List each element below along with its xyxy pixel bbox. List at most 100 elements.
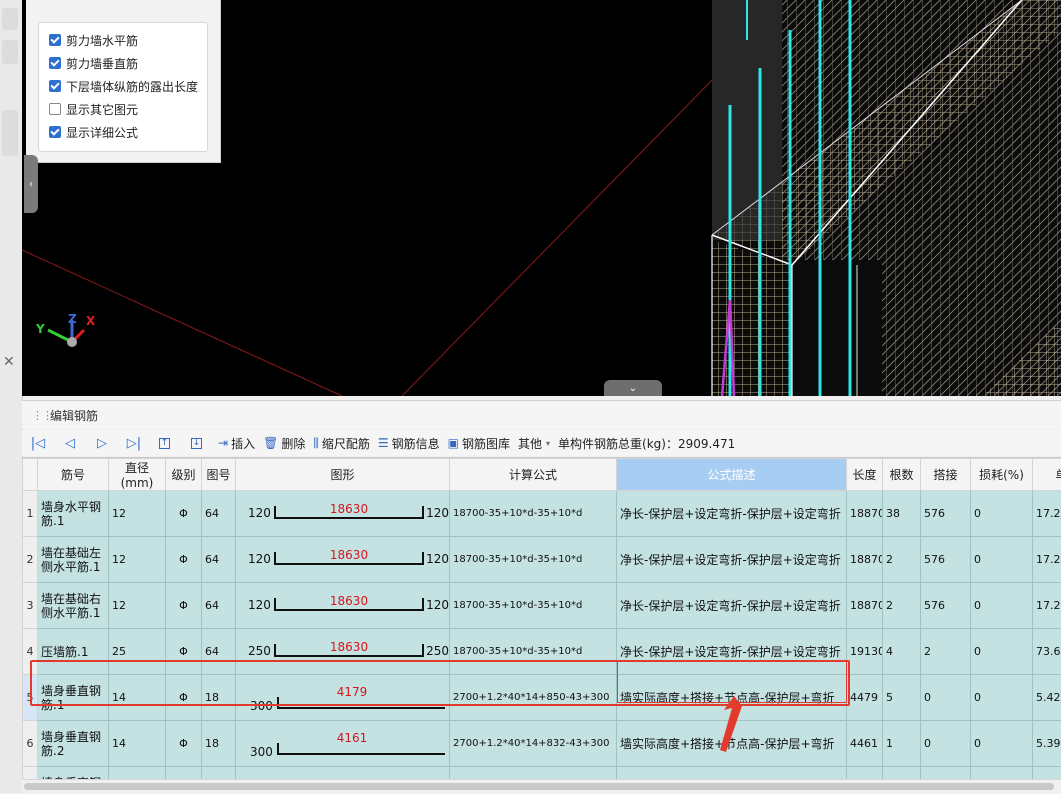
other-dropdown[interactable]: 其他▾ (514, 432, 554, 454)
table-row[interactable]: 6 墙身垂直钢筋.2 14 Φ 18 300 4161 2700+1.2*40*… (23, 721, 1061, 767)
table-row[interactable]: 2 墙在基础左侧水平筋.1 12 Φ 64 120 18630 120 1870… (23, 537, 1061, 583)
table-row[interactable]: 3 墙在基础右侧水平筋.1 12 Φ 64 120 18630 120 1870… (23, 583, 1061, 629)
header-col[interactable]: 筋号 (38, 459, 109, 491)
cell-formula-desc[interactable]: 净长-保护层+设定弯折-保护层+设定弯折 (617, 491, 847, 537)
cell-length[interactable]: 4479 (847, 675, 883, 721)
cell-rebar-name[interactable]: 墙身垂直钢筋.3 (38, 767, 109, 781)
header-col[interactable]: 损耗(%) (971, 459, 1033, 491)
cell-loss[interactable]: 0 (971, 491, 1033, 537)
cell-rebar-name[interactable]: 墙身垂直钢筋.1 (38, 675, 109, 721)
cell-loss[interactable]: 0 (971, 767, 1033, 781)
cell-diameter[interactable]: 12 (109, 491, 166, 537)
horizontal-scrollbar[interactable] (22, 779, 1061, 794)
cell-formula[interactable]: 18700-35+10*d-35+10*d (450, 491, 617, 537)
cell-grade[interactable]: Φ (166, 767, 202, 781)
row-index[interactable]: 4 (23, 629, 38, 675)
header-col[interactable]: 单重 (1033, 459, 1061, 491)
cell-grade[interactable]: Φ (166, 629, 202, 675)
cell-grade[interactable]: Φ (166, 491, 202, 537)
cell-count[interactable]: 4 (883, 629, 921, 675)
checkbox-checked[interactable] (49, 34, 61, 46)
cell-loss[interactable]: 0 (971, 675, 1033, 721)
option-show-other[interactable]: 显示其它图元 (49, 99, 138, 119)
cell-shape[interactable]: 250 18630 250 (236, 629, 450, 675)
cell-lap[interactable]: 2 (921, 629, 971, 675)
cell-unit-weight[interactable]: 73.6 (1033, 629, 1061, 675)
row-index[interactable]: 2 (23, 537, 38, 583)
cell-unit-weight[interactable]: 5.27 (1033, 767, 1061, 781)
insert-button[interactable]: ⇥插入 (214, 432, 259, 454)
cell-figure-no[interactable]: 18 (202, 721, 236, 767)
cell-grade[interactable]: Φ (166, 537, 202, 583)
cell-length[interactable]: 18870 (847, 491, 883, 537)
table-row[interactable]: 5 墙身垂直钢筋.1 14 Φ 18 300 4179 2700+1.2*40*… (23, 675, 1061, 721)
cell-formula[interactable]: 2700+1.2*40*14+850-43+300 (450, 675, 617, 721)
header-col-active[interactable]: 公式描述 (617, 459, 847, 491)
cell-formula-desc[interactable]: 墙实际高度+搭接+节点高-保护层+弯折 (617, 767, 847, 781)
cell-shape[interactable]: 120 18630 120 (236, 491, 450, 537)
header-col[interactable]: 图号 (202, 459, 236, 491)
cell-grade[interactable]: Φ (166, 583, 202, 629)
cell-diameter[interactable]: 14 (109, 767, 166, 781)
checkbox-unchecked[interactable] (49, 103, 61, 115)
cell-rebar-name[interactable]: 压墙筋.1 (38, 629, 109, 675)
cell-count[interactable]: 2 (883, 537, 921, 583)
cell-figure-no[interactable]: 64 (202, 629, 236, 675)
cell-unit-weight[interactable]: 5.39 (1033, 721, 1061, 767)
cell-loss[interactable]: 0 (971, 629, 1033, 675)
checkbox-checked[interactable] (49, 126, 61, 138)
cell-count[interactable]: 5 (883, 675, 921, 721)
cell-diameter[interactable]: 25 (109, 629, 166, 675)
cell-formula[interactable]: 2700+1.2*40*14+730-43+300 (450, 767, 617, 781)
table-row[interactable]: 7 墙身垂直钢筋.3 14 Φ 18 300 4059 2700+1.2*40*… (23, 767, 1061, 781)
header-col[interactable]: 根数 (883, 459, 921, 491)
rebar-grid[interactable]: 筋号 直径(mm) 级别 图号 图形 计算公式 公式描述 长度 根数 搭接 损耗… (22, 457, 1061, 780)
cell-figure-no[interactable]: 64 (202, 491, 236, 537)
cell-loss[interactable]: 0 (971, 721, 1033, 767)
cell-diameter[interactable]: 14 (109, 675, 166, 721)
cell-diameter[interactable]: 12 (109, 583, 166, 629)
cell-lap[interactable]: 576 (921, 491, 971, 537)
dock-tab[interactable] (2, 110, 18, 156)
cell-shape[interactable]: 120 18630 120 (236, 583, 450, 629)
first-record-button[interactable]: |◁ (22, 432, 54, 454)
cell-formula-desc[interactable]: 净长-保护层+设定弯折-保护层+设定弯折 (617, 629, 847, 675)
cell-shape[interactable]: 120 18630 120 (236, 537, 450, 583)
delete-button[interactable]: 🗑删除 (259, 432, 309, 454)
prev-record-button[interactable]: ◁ (54, 432, 86, 454)
table-row[interactable]: 1 墙身水平钢筋.1 12 Φ 64 120 18630 120 18700-3… (23, 491, 1061, 537)
cell-grade[interactable]: Φ (166, 675, 202, 721)
cell-shape[interactable]: 300 4161 (236, 721, 450, 767)
cell-rebar-name[interactable]: 墙在基础右侧水平筋.1 (38, 583, 109, 629)
rebar-library-button[interactable]: ▣钢筋图库 (444, 432, 514, 454)
cell-figure-no[interactable]: 64 (202, 583, 236, 629)
cell-unit-weight[interactable]: 17.2 (1033, 583, 1061, 629)
cell-formula[interactable]: 18700-35+10*d-35+10*d (450, 629, 617, 675)
cell-lap[interactable]: 576 (921, 583, 971, 629)
expand-bottom-tab[interactable]: ⌄ (604, 380, 662, 396)
row-index[interactable]: 6 (23, 721, 38, 767)
option-vertical-rebar[interactable]: 剪力墙垂直筋 (49, 53, 138, 73)
cell-length[interactable]: 4359 (847, 767, 883, 781)
cell-unit-weight[interactable]: 17.2 (1033, 537, 1061, 583)
cell-lap[interactable]: 576 (921, 537, 971, 583)
cell-count[interactable]: 1 (883, 767, 921, 781)
row-index[interactable]: 7 (23, 767, 38, 781)
cell-formula[interactable]: 18700-35+10*d-35+10*d (450, 583, 617, 629)
cell-length[interactable]: 19130 (847, 629, 883, 675)
checkbox-checked[interactable] (49, 57, 61, 69)
move-down-button[interactable]: ↓ (182, 432, 214, 454)
cell-grade[interactable]: Φ (166, 721, 202, 767)
option-show-detail-formula[interactable]: 显示详细公式 (49, 122, 138, 142)
move-up-button[interactable]: ↑ (150, 432, 182, 454)
cell-unit-weight[interactable]: 5.42 (1033, 675, 1061, 721)
cell-length[interactable]: 18870 (847, 537, 883, 583)
header-col[interactable]: 直径(mm) (109, 459, 166, 491)
cell-loss[interactable]: 0 (971, 537, 1033, 583)
row-index[interactable]: 5 (23, 675, 38, 721)
cell-shape[interactable]: 300 4179 (236, 675, 450, 721)
cell-diameter[interactable]: 14 (109, 721, 166, 767)
header-col[interactable]: 级别 (166, 459, 202, 491)
last-record-button[interactable]: ▷| (118, 432, 150, 454)
cell-count[interactable]: 38 (883, 491, 921, 537)
